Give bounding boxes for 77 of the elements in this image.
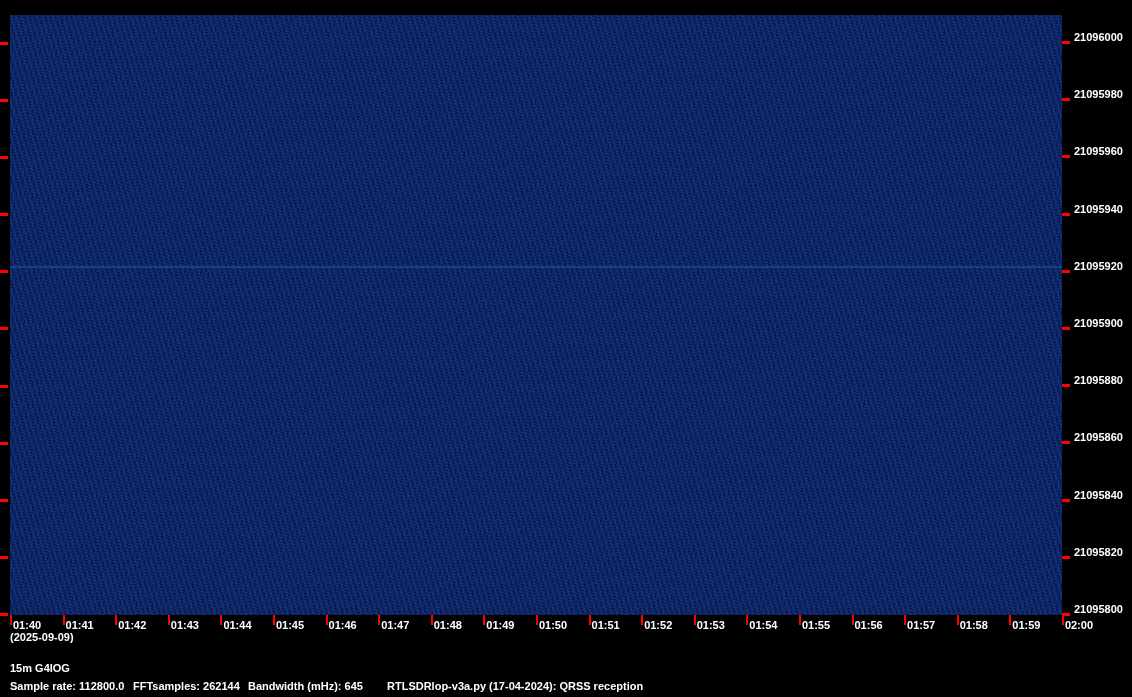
tick-mark bbox=[325, 615, 328, 625]
tick-mark bbox=[1062, 41, 1070, 44]
tick-mark bbox=[1009, 615, 1012, 625]
tick-mark bbox=[588, 615, 591, 625]
time-label: 01:44 bbox=[223, 619, 252, 631]
tick-mark bbox=[1062, 498, 1070, 502]
tick-mark bbox=[0, 99, 8, 103]
tick-mark bbox=[62, 615, 65, 625]
time-label: 01:42 bbox=[118, 619, 147, 631]
footer-info: RTLSDRlop-v3a.py (17-04-2024): QRSS reception bbox=[387, 680, 644, 692]
tick-mark bbox=[0, 42, 8, 45]
tick-mark bbox=[641, 615, 644, 625]
frequency-label: 21095980 bbox=[1074, 88, 1123, 101]
time-label: 01:59 bbox=[1012, 619, 1041, 631]
frequency-label: 21096000 bbox=[1074, 31, 1123, 43]
time-label: 01:57 bbox=[907, 619, 936, 631]
tick-mark bbox=[956, 615, 959, 625]
tick-mark bbox=[1062, 326, 1070, 330]
time-label: 02:00 bbox=[1064, 619, 1093, 631]
frequency-label: 21095820 bbox=[1074, 545, 1123, 558]
time-label: 01:48 bbox=[433, 619, 462, 631]
tick-mark bbox=[0, 498, 8, 502]
tick-mark bbox=[0, 156, 8, 160]
time-label: 01:53 bbox=[696, 619, 725, 631]
tick-mark bbox=[1062, 441, 1070, 445]
time-label: 01:41 bbox=[65, 619, 94, 631]
footer-info: Bandwidth (mHz): 645 bbox=[248, 680, 364, 692]
frequency-label: 21095900 bbox=[1074, 316, 1123, 329]
tick-mark bbox=[798, 615, 801, 625]
time-label: 01:40 bbox=[13, 619, 42, 631]
tick-mark bbox=[1062, 212, 1070, 216]
time-label: 01:45 bbox=[275, 619, 305, 631]
tick-mark bbox=[1062, 555, 1070, 559]
time-label: 01:47 bbox=[381, 619, 410, 631]
frequency-label: 21095860 bbox=[1074, 431, 1123, 444]
tick-mark bbox=[1062, 269, 1070, 273]
tick-mark bbox=[0, 213, 8, 217]
tick-mark bbox=[483, 615, 486, 625]
tick-mark bbox=[0, 555, 8, 559]
time-label: 01:46 bbox=[328, 619, 357, 631]
time-label: 01:49 bbox=[486, 619, 515, 631]
time-label: 01:54 bbox=[749, 619, 778, 631]
time-label: 01:43 bbox=[170, 619, 199, 631]
tick-mark bbox=[904, 615, 907, 625]
station-label: 15m G4IOG bbox=[10, 662, 71, 674]
frequency-label: 21095880 bbox=[1074, 374, 1123, 387]
time-label: 01:55 bbox=[801, 619, 831, 631]
tick-mark bbox=[535, 615, 538, 625]
tick-mark bbox=[1062, 384, 1070, 388]
tick-mark bbox=[378, 615, 381, 625]
time-label: 01:58 bbox=[959, 619, 988, 631]
tick-mark bbox=[0, 384, 8, 388]
time-label: 01:52 bbox=[644, 619, 673, 631]
tick-mark bbox=[1062, 155, 1070, 159]
footer-info: FFTsamples: 262144 bbox=[133, 680, 241, 692]
tick-mark bbox=[430, 615, 433, 625]
frequency-label: 21095840 bbox=[1074, 488, 1123, 501]
tick-mark bbox=[272, 615, 275, 625]
frequency-label: 21095800 bbox=[1074, 602, 1123, 615]
tick-mark bbox=[115, 615, 118, 625]
footer-info: Sample rate: 112800.0 bbox=[10, 680, 126, 692]
time-label: 01:56 bbox=[854, 619, 883, 631]
time-label: 01:51 bbox=[591, 619, 620, 631]
tick-mark bbox=[167, 615, 170, 625]
tick-mark bbox=[693, 615, 696, 625]
frequency-label: 21095920 bbox=[1074, 259, 1123, 272]
frequency-label: 21095960 bbox=[1074, 145, 1123, 158]
tick-mark bbox=[0, 441, 8, 445]
tick-mark bbox=[0, 327, 8, 331]
tick-mark bbox=[1062, 98, 1070, 102]
tick-mark bbox=[746, 615, 749, 625]
tick-mark bbox=[0, 270, 8, 274]
date-label: (2025-09-09) bbox=[10, 631, 75, 643]
time-label: 01:50 bbox=[538, 619, 568, 631]
frequency-label: 21095940 bbox=[1074, 202, 1123, 215]
tick-mark bbox=[220, 615, 223, 625]
tick-mark bbox=[851, 615, 854, 625]
